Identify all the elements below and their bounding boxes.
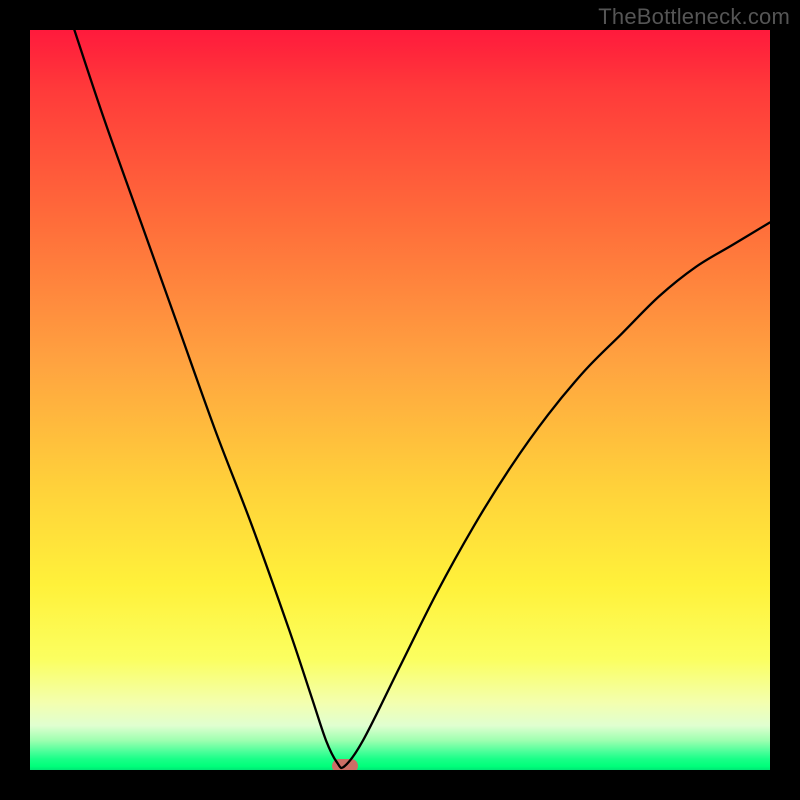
attribution-label: TheBottleneck.com [598, 4, 790, 30]
chart-frame: TheBottleneck.com [0, 0, 800, 800]
plot-area [30, 30, 770, 770]
bottleneck-curve [74, 30, 770, 768]
curve-svg [30, 30, 770, 770]
